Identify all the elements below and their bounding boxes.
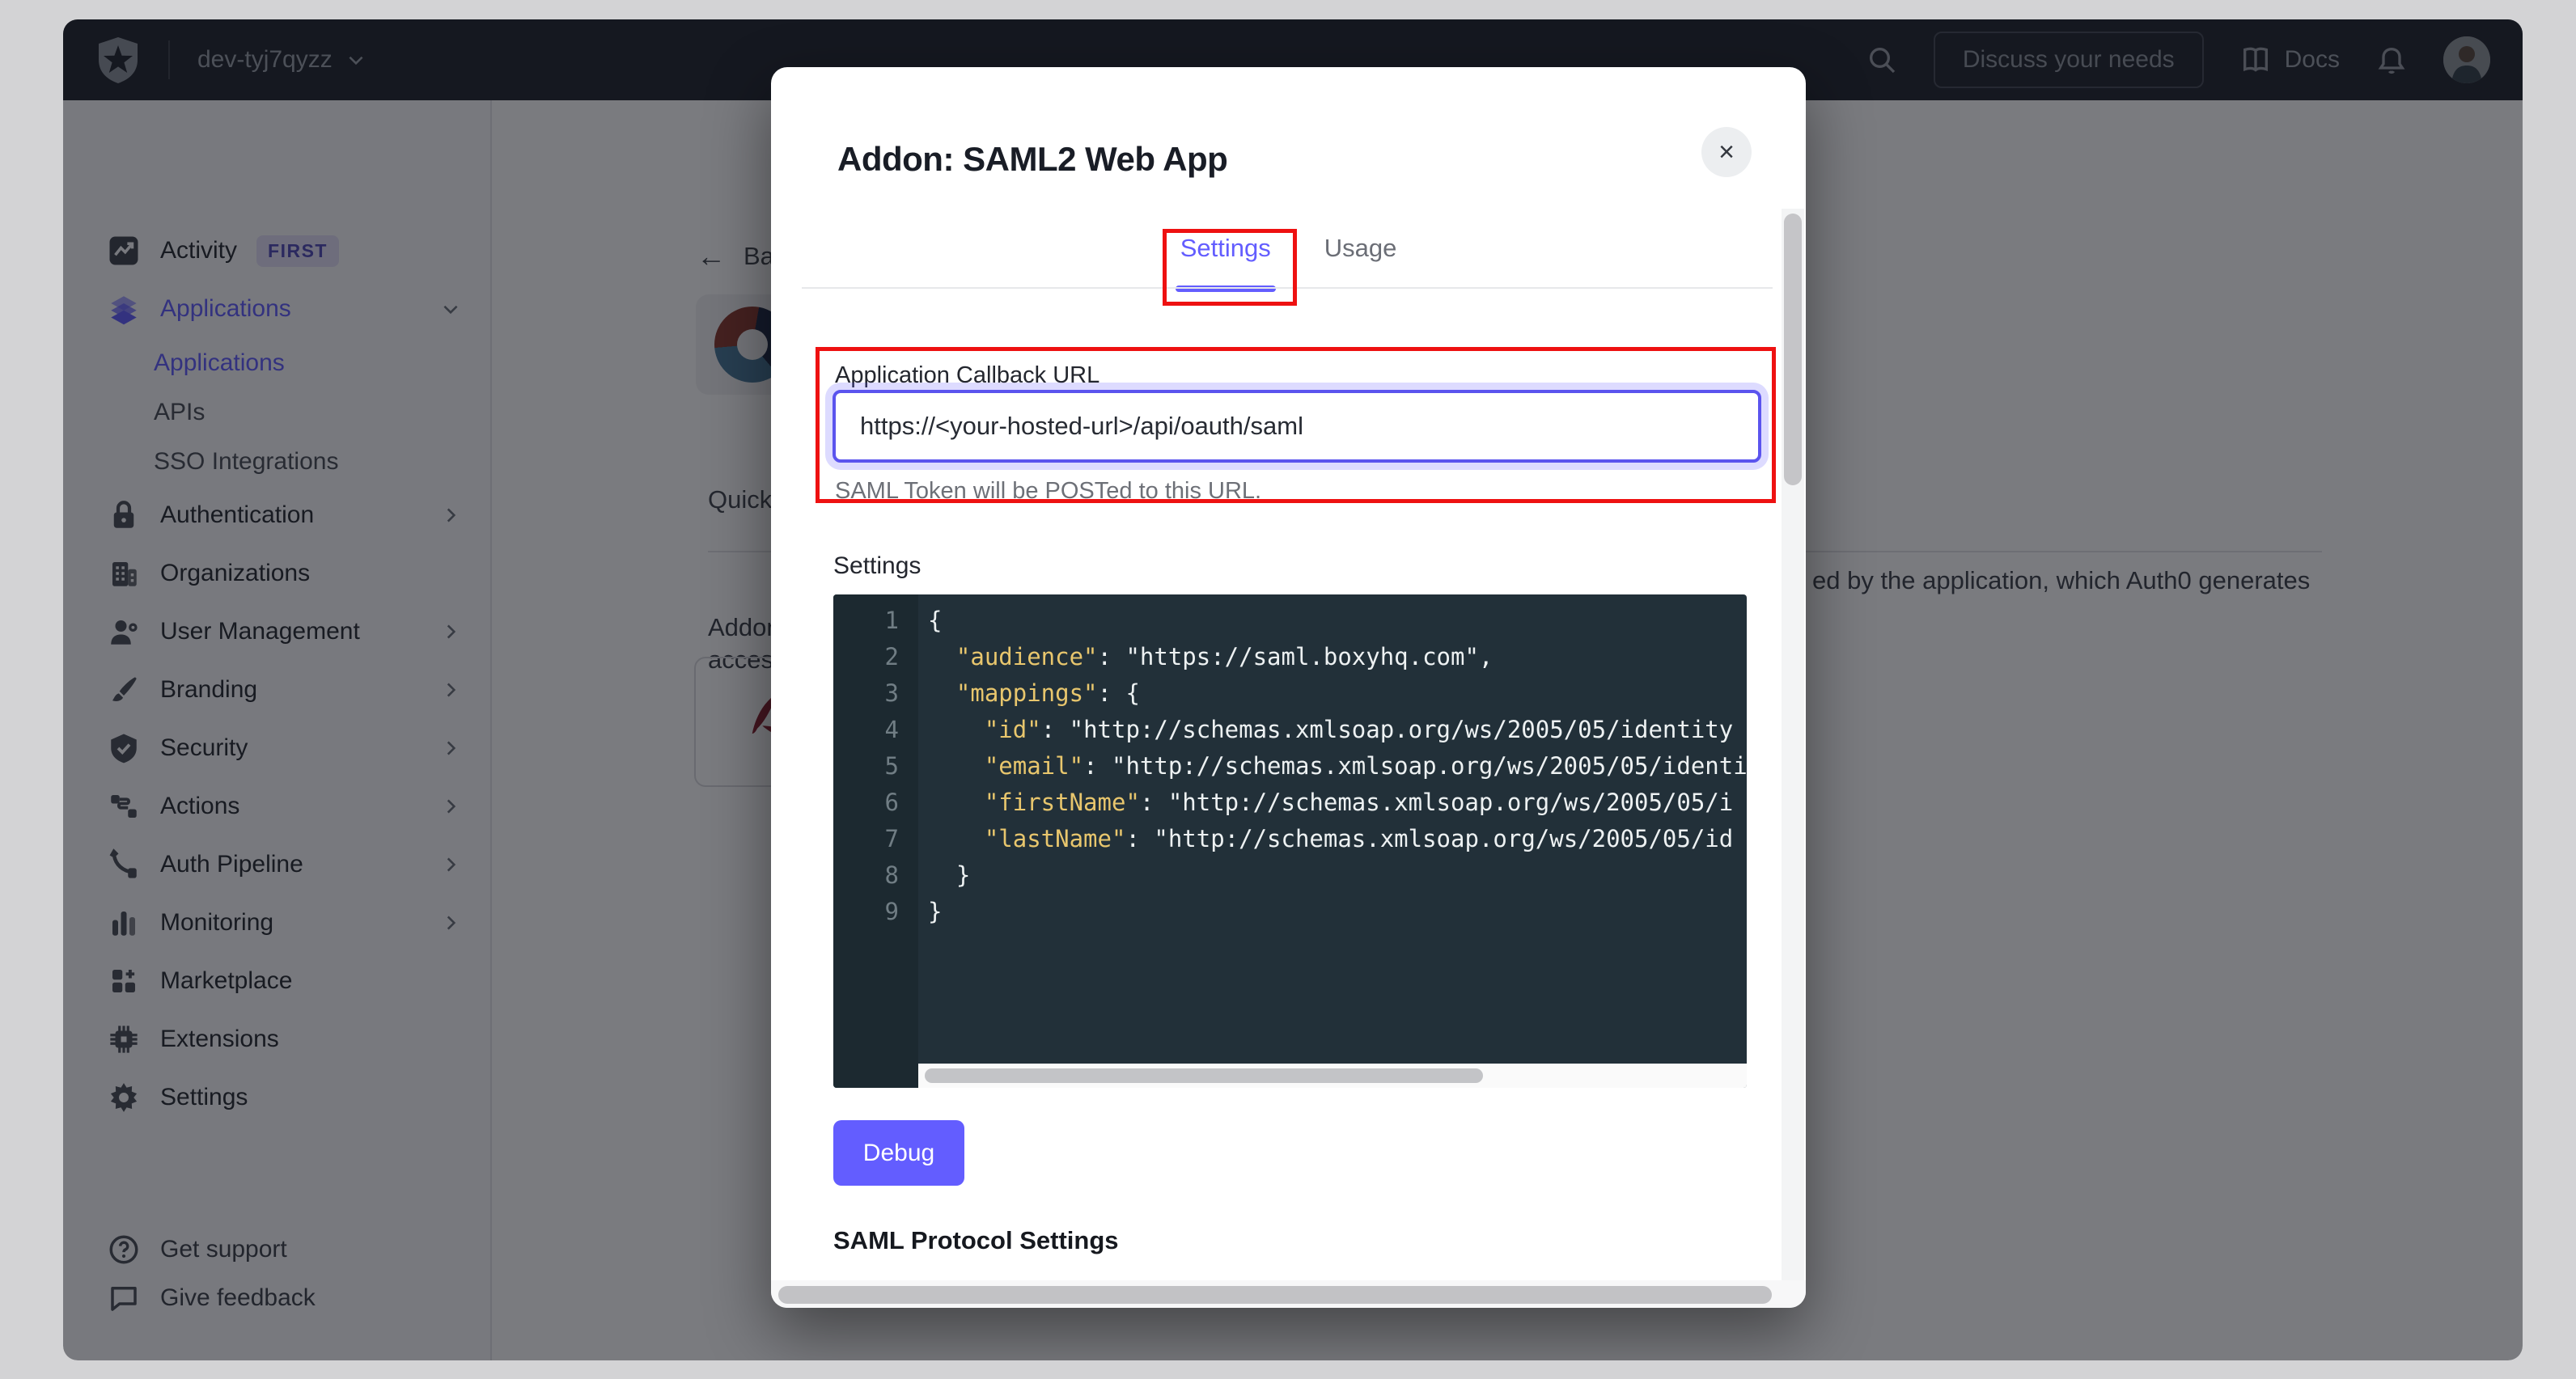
- line-number: 5: [833, 748, 918, 785]
- editor-line-numbers: 123456789: [833, 594, 918, 1088]
- code-line: {: [928, 603, 1747, 639]
- editor-code[interactable]: { "audience": "https://saml.boxyhq.com",…: [918, 594, 1747, 1064]
- modal-title: Addon: SAML2 Web App: [837, 140, 1227, 179]
- modal-hscroll-thumb[interactable]: [778, 1286, 1772, 1304]
- callback-url-input[interactable]: [833, 390, 1761, 463]
- line-number: 8: [833, 857, 918, 894]
- addon-saml2-modal: Addon: SAML2 Web App × Settings Usage Ap…: [771, 67, 1806, 1308]
- line-number: 1: [833, 603, 918, 639]
- settings-json-editor[interactable]: 123456789 { "audience": "https://saml.bo…: [833, 594, 1747, 1088]
- code-line: "email": "http://schemas.xmlsoap.org/ws/…: [928, 748, 1747, 785]
- code-line: "lastName": "http://schemas.xmlsoap.org/…: [928, 821, 1747, 857]
- tab-usage[interactable]: Usage: [1324, 234, 1397, 289]
- close-icon[interactable]: ×: [1701, 127, 1752, 177]
- settings-section-label: Settings: [833, 552, 921, 580]
- tab-settings[interactable]: Settings: [1180, 234, 1271, 289]
- saml-protocol-settings-heading: SAML Protocol Settings: [833, 1226, 1119, 1255]
- line-number: 2: [833, 639, 918, 675]
- modal-vertical-scrollbar[interactable]: [1782, 209, 1804, 1280]
- modal-vscroll-thumb[interactable]: [1784, 214, 1802, 485]
- modal-horizontal-scrollbar[interactable]: [771, 1280, 1806, 1308]
- editor-horizontal-scrollbar[interactable]: [918, 1064, 1747, 1088]
- code-line: "audience": "https://saml.boxyhq.com",: [928, 639, 1747, 675]
- app-window: dev-tyj7qyzz Discuss your needs Docs Act…: [63, 19, 2523, 1360]
- line-number: 4: [833, 712, 918, 748]
- code-line: }: [928, 857, 1747, 894]
- code-line: }: [928, 894, 1747, 930]
- code-line: "mappings": {: [928, 675, 1747, 712]
- editor-hscroll-thumb[interactable]: [925, 1068, 1483, 1083]
- line-number: 3: [833, 675, 918, 712]
- line-number: 9: [833, 894, 918, 930]
- debug-button[interactable]: Debug: [833, 1120, 964, 1186]
- tabs-divider: [802, 287, 1773, 289]
- modal-tabs: Settings Usage: [771, 234, 1806, 289]
- code-line: "id": "http://schemas.xmlsoap.org/ws/200…: [928, 712, 1747, 748]
- line-number: 6: [833, 785, 918, 821]
- code-line: "firstName": "http://schemas.xmlsoap.org…: [928, 785, 1747, 821]
- callback-url-helper: SAML Token will be POSTed to this URL.: [835, 478, 1261, 505]
- line-number: 7: [833, 821, 918, 857]
- callback-url-label: Application Callback URL: [835, 362, 1099, 389]
